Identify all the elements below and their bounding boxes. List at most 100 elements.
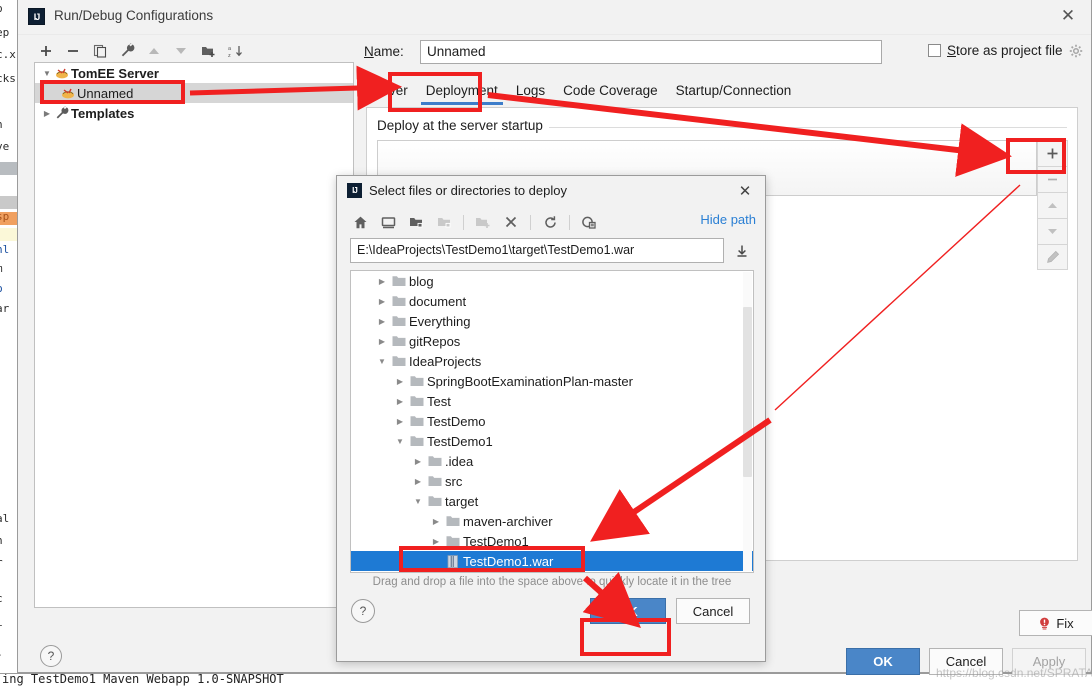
name-input[interactable]: Unnamed — [420, 40, 882, 64]
chevron-right-icon[interactable]: ▶ — [393, 377, 407, 386]
config-tree-label: TomEE Server — [71, 66, 159, 81]
background-status-bar: ing TestDemo1 Maven Webapp 1.0-SNAPSHOT — [0, 673, 1092, 691]
file-tree-label: .idea — [445, 454, 473, 469]
store-as-project-file-row[interactable]: Store as project file — [928, 43, 1083, 58]
tomee-icon — [59, 87, 77, 100]
hidden-files-icon[interactable] — [576, 210, 602, 234]
move-artifact-down-button[interactable] — [1037, 218, 1068, 244]
folder-icon — [425, 475, 445, 487]
file-tree-row[interactable]: ▶ blog — [351, 271, 753, 291]
configurations-toolbar: az — [34, 38, 354, 63]
bg-fragment: ep — [0, 26, 9, 39]
cancel-button[interactable]: Cancel — [929, 648, 1003, 675]
file-tree[interactable]: ▶ blog ▶document▶Everything▶gitRepos ▼ IdeaP… — [350, 270, 754, 573]
desktop-icon[interactable] — [375, 210, 401, 234]
chevron-right-icon[interactable]: ▶ — [429, 517, 443, 526]
file-tree-label: IdeaProjects — [409, 354, 481, 369]
file-tree-row[interactable]: ▶Everything — [351, 311, 753, 331]
sort-configurations-button[interactable]: az — [223, 40, 247, 62]
chevron-right-icon[interactable]: ▶ — [41, 109, 53, 118]
file-tree-row[interactable]: ▶TestDemo1 — [351, 531, 753, 551]
dialog-help-button[interactable]: ? — [351, 599, 375, 623]
chevron-down-icon[interactable]: ▼ — [393, 437, 407, 446]
move-down-button[interactable] — [169, 40, 193, 62]
add-configuration-button[interactable] — [34, 40, 58, 62]
config-tree-row-tomee-server[interactable]: ▼ TomEE Server — [35, 63, 353, 83]
question-mark-icon: ? — [48, 649, 55, 663]
dialog-ok-button[interactable]: OK — [590, 598, 666, 624]
path-input[interactable]: E:\IdeaProjects\TestDemo1\target\TestDem… — [350, 238, 724, 263]
file-tree-row[interactable]: ▶Test — [351, 391, 753, 411]
file-tree-row[interactable]: ▼target — [351, 491, 753, 511]
chevron-down-icon[interactable]: ▼ — [411, 497, 425, 506]
file-tree-row[interactable]: ▶TestMaven — [351, 571, 753, 573]
file-tree-row[interactable]: ▼TestDemo1 — [351, 431, 753, 451]
hide-path-link[interactable]: Hide path — [700, 212, 756, 227]
folder-icon — [443, 535, 463, 547]
remove-configuration-button[interactable] — [61, 40, 85, 62]
file-tree-row[interactable]: TestDemo1.war — [351, 551, 753, 571]
dialog-cancel-button[interactable]: Cancel — [676, 598, 750, 624]
close-icon[interactable]: ✕ — [735, 181, 755, 201]
move-artifact-up-button[interactable] — [1037, 192, 1068, 218]
chevron-right-icon[interactable]: ▶ — [411, 457, 425, 466]
gear-icon[interactable] — [1069, 44, 1083, 58]
chevron-down-icon[interactable]: ▼ — [375, 357, 389, 366]
chevron-right-icon[interactable]: ▶ — [411, 477, 425, 486]
remove-artifact-button[interactable] — [1037, 166, 1068, 192]
chevron-right-icon[interactable]: ▶ — [429, 537, 443, 546]
add-artifact-button[interactable] — [1037, 140, 1068, 166]
store-as-project-file-checkbox[interactable] — [928, 44, 941, 57]
new-folder-icon[interactable] — [470, 210, 496, 234]
tab-startup-connection[interactable]: Startup/Connection — [667, 80, 801, 102]
scrollbar-thumb[interactable] — [743, 307, 752, 477]
chevron-right-icon[interactable]: ▶ — [393, 417, 407, 426]
refresh-icon[interactable] — [537, 210, 563, 234]
file-tree-row[interactable]: ▼ IdeaProjects — [351, 351, 753, 371]
tab-code-coverage[interactable]: Code Coverage — [554, 80, 667, 102]
bg-fragment: nl — [0, 243, 9, 256]
folder-icon — [407, 435, 427, 447]
file-tree-row[interactable]: ▶TestDemo — [351, 411, 753, 431]
bg-fragment: al — [0, 512, 9, 525]
file-tree-row[interactable]: ▶maven-archiver — [351, 511, 753, 531]
deployment-tabs: Server Deployment Logs Code Coverage Sta… — [359, 80, 800, 106]
dialog-titlebar: IJ Select files or directories to deploy… — [337, 176, 765, 206]
file-tree-row[interactable]: ▶SpringBootExaminationPlan-master — [351, 371, 753, 391]
chevron-right-icon[interactable]: ▶ — [375, 337, 389, 346]
chevron-right-icon[interactable]: ▶ — [375, 297, 389, 306]
config-tree-row-unnamed[interactable]: Unnamed — [35, 83, 353, 103]
wrench-icon[interactable] — [115, 40, 139, 62]
ok-button[interactable]: OK — [846, 648, 920, 675]
file-tree-row[interactable]: ▶gitRepos — [351, 331, 753, 351]
chevron-right-icon[interactable]: ▶ — [375, 277, 389, 286]
close-icon[interactable]: ✕ — [1057, 5, 1079, 27]
file-tree-label: blog — [409, 274, 434, 289]
dropdown-arrow-icon[interactable] — [732, 241, 752, 261]
chevron-right-icon[interactable]: ▶ — [375, 317, 389, 326]
copy-configuration-button[interactable] — [88, 40, 112, 62]
delete-x-icon[interactable] — [498, 210, 524, 234]
configurations-tree[interactable]: ▼ TomEE Server Unnamed ▶ Templates — [34, 62, 354, 608]
chevron-right-icon[interactable]: ▶ — [393, 397, 407, 406]
tab-server[interactable]: Server — [359, 80, 417, 102]
move-up-button[interactable] — [142, 40, 166, 62]
dialog-title: Select files or directories to deploy — [369, 183, 567, 198]
chevron-down-icon[interactable]: ▼ — [41, 69, 53, 78]
apply-button[interactable]: Apply — [1012, 648, 1086, 675]
create-folder-button[interactable] — [196, 40, 220, 62]
fix-button[interactable]: Fix — [1019, 610, 1092, 636]
store-as-project-file-label: Store as project file — [947, 43, 1063, 58]
home-icon[interactable] — [347, 210, 373, 234]
module-folder-icon[interactable] — [431, 210, 457, 234]
project-folder-icon[interactable] — [403, 210, 429, 234]
file-tree-row[interactable]: ▶ .idea — [351, 451, 753, 471]
file-tree-row[interactable]: ▶document — [351, 291, 753, 311]
help-button[interactable]: ? — [40, 645, 62, 667]
tab-deployment[interactable]: Deployment — [417, 80, 507, 102]
config-tree-row-templates[interactable]: ▶ Templates — [35, 103, 353, 123]
edit-artifact-button[interactable] — [1037, 244, 1068, 270]
file-tree-row[interactable]: ▶src — [351, 471, 753, 491]
bg-fragment: i — [0, 616, 3, 629]
tab-logs[interactable]: Logs — [507, 80, 554, 102]
